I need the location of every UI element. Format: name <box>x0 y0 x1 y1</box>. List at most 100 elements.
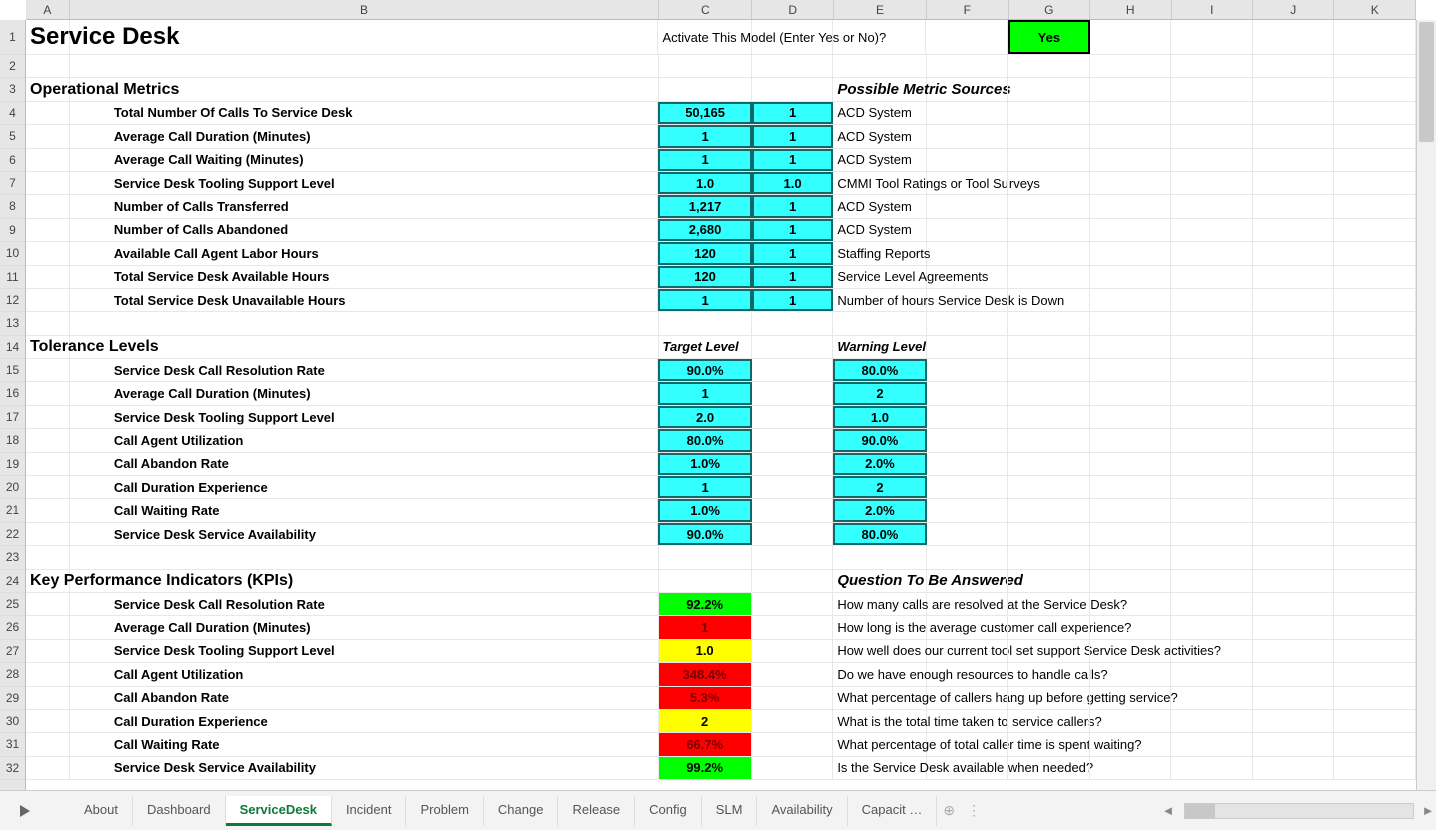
cell[interactable] <box>26 312 70 334</box>
cell[interactable] <box>927 359 1009 381</box>
cell[interactable] <box>26 733 70 755</box>
cell[interactable] <box>1253 546 1335 568</box>
cell[interactable] <box>1171 172 1253 194</box>
row-header[interactable]: 4 <box>0 102 25 125</box>
cell[interactable] <box>1008 336 1090 358</box>
cell[interactable] <box>1334 20 1416 54</box>
cell[interactable] <box>1008 499 1090 521</box>
cell[interactable] <box>1008 266 1090 288</box>
cell[interactable] <box>1334 195 1416 217</box>
warning-value[interactable]: 80.0% <box>833 359 926 381</box>
cell[interactable] <box>1253 710 1335 732</box>
cell[interactable] <box>1171 570 1253 592</box>
cell[interactable] <box>1090 499 1172 521</box>
cell[interactable] <box>1090 78 1172 100</box>
cell[interactable] <box>927 453 1009 475</box>
cell[interactable] <box>659 312 752 334</box>
cell[interactable] <box>26 266 70 288</box>
cell[interactable] <box>1171 593 1253 615</box>
cell[interactable] <box>833 312 926 334</box>
cell[interactable] <box>659 546 752 568</box>
cell[interactable] <box>927 733 1009 755</box>
cell[interactable] <box>1171 687 1253 709</box>
cell[interactable] <box>927 78 1009 100</box>
cell[interactable] <box>1253 593 1335 615</box>
cell[interactable] <box>1171 616 1253 638</box>
cell[interactable] <box>1334 616 1416 638</box>
cell[interactable] <box>26 195 70 217</box>
cell[interactable] <box>1334 382 1416 404</box>
row-header[interactable]: 13 <box>0 312 25 335</box>
row-header[interactable]: 14 <box>0 336 25 359</box>
cell[interactable] <box>1090 172 1172 194</box>
cell[interactable] <box>26 616 70 638</box>
cell[interactable] <box>70 546 659 568</box>
cell[interactable] <box>1334 149 1416 171</box>
row-header[interactable]: 18 <box>0 429 25 452</box>
cell[interactable] <box>1253 663 1335 685</box>
cell[interactable] <box>752 406 834 428</box>
cell[interactable] <box>1090 687 1172 709</box>
cell[interactable] <box>1171 195 1253 217</box>
warning-value[interactable]: 1.0 <box>833 406 926 428</box>
cell[interactable] <box>1008 289 1090 311</box>
kpi-value[interactable]: 1.0 <box>659 640 752 662</box>
tab-config[interactable]: Config <box>635 796 702 826</box>
cell[interactable] <box>927 149 1009 171</box>
cell[interactable] <box>927 266 1009 288</box>
tab-capacit-[interactable]: Capacit … <box>848 796 938 826</box>
cell[interactable] <box>752 429 834 451</box>
cell[interactable] <box>927 312 1009 334</box>
cell[interactable] <box>26 640 70 662</box>
cell[interactable] <box>26 429 70 451</box>
cell[interactable] <box>26 172 70 194</box>
cell[interactable] <box>1171 429 1253 451</box>
row-header[interactable]: 6 <box>0 149 25 172</box>
cell[interactable] <box>1334 570 1416 592</box>
cell[interactable] <box>927 616 1009 638</box>
cell[interactable] <box>1253 149 1335 171</box>
cell[interactable] <box>752 523 834 545</box>
cell[interactable] <box>833 546 926 568</box>
cell[interactable] <box>1253 312 1335 334</box>
cell[interactable] <box>1090 406 1172 428</box>
cell[interactable] <box>26 663 70 685</box>
row-header[interactable]: 26 <box>0 616 25 639</box>
cell[interactable] <box>659 570 752 592</box>
cell[interactable] <box>752 546 834 568</box>
cell[interactable] <box>70 336 659 358</box>
cell[interactable] <box>1171 266 1253 288</box>
cell[interactable] <box>1171 78 1253 100</box>
cell[interactable] <box>1334 172 1416 194</box>
metric-value[interactable]: 1 <box>658 289 751 311</box>
cell[interactable] <box>1334 710 1416 732</box>
row-header[interactable]: 11 <box>0 266 25 289</box>
kpi-value[interactable]: 66.7% <box>659 733 752 755</box>
cell[interactable] <box>1253 78 1335 100</box>
cell[interactable] <box>926 20 1008 54</box>
cell[interactable] <box>752 733 834 755</box>
cell[interactable] <box>1090 710 1172 732</box>
cell[interactable] <box>927 172 1009 194</box>
cell[interactable] <box>1090 382 1172 404</box>
cell[interactable] <box>1334 312 1416 334</box>
kpi-value[interactable]: 348.4% <box>659 663 752 685</box>
cell[interactable] <box>26 219 70 241</box>
target-value[interactable]: 1.0% <box>658 453 751 475</box>
target-value[interactable]: 2.0 <box>658 406 751 428</box>
scrollbar-thumb[interactable] <box>1419 22 1434 142</box>
cell[interactable] <box>1171 359 1253 381</box>
target-value[interactable]: 90.0% <box>658 523 751 545</box>
row-headers[interactable]: 1234567891011121314151617181920212223242… <box>0 20 26 790</box>
cell[interactable] <box>1171 523 1253 545</box>
cell[interactable] <box>1008 78 1090 100</box>
cell[interactable] <box>1171 476 1253 498</box>
col-header[interactable]: G <box>1009 0 1090 19</box>
row-header[interactable]: 23 <box>0 546 25 569</box>
cell[interactable] <box>1253 382 1335 404</box>
warning-value[interactable]: 2 <box>833 476 926 498</box>
cell[interactable] <box>1090 523 1172 545</box>
metric-value[interactable]: 120 <box>658 242 751 264</box>
cell[interactable] <box>927 499 1009 521</box>
cell[interactable] <box>659 55 752 77</box>
